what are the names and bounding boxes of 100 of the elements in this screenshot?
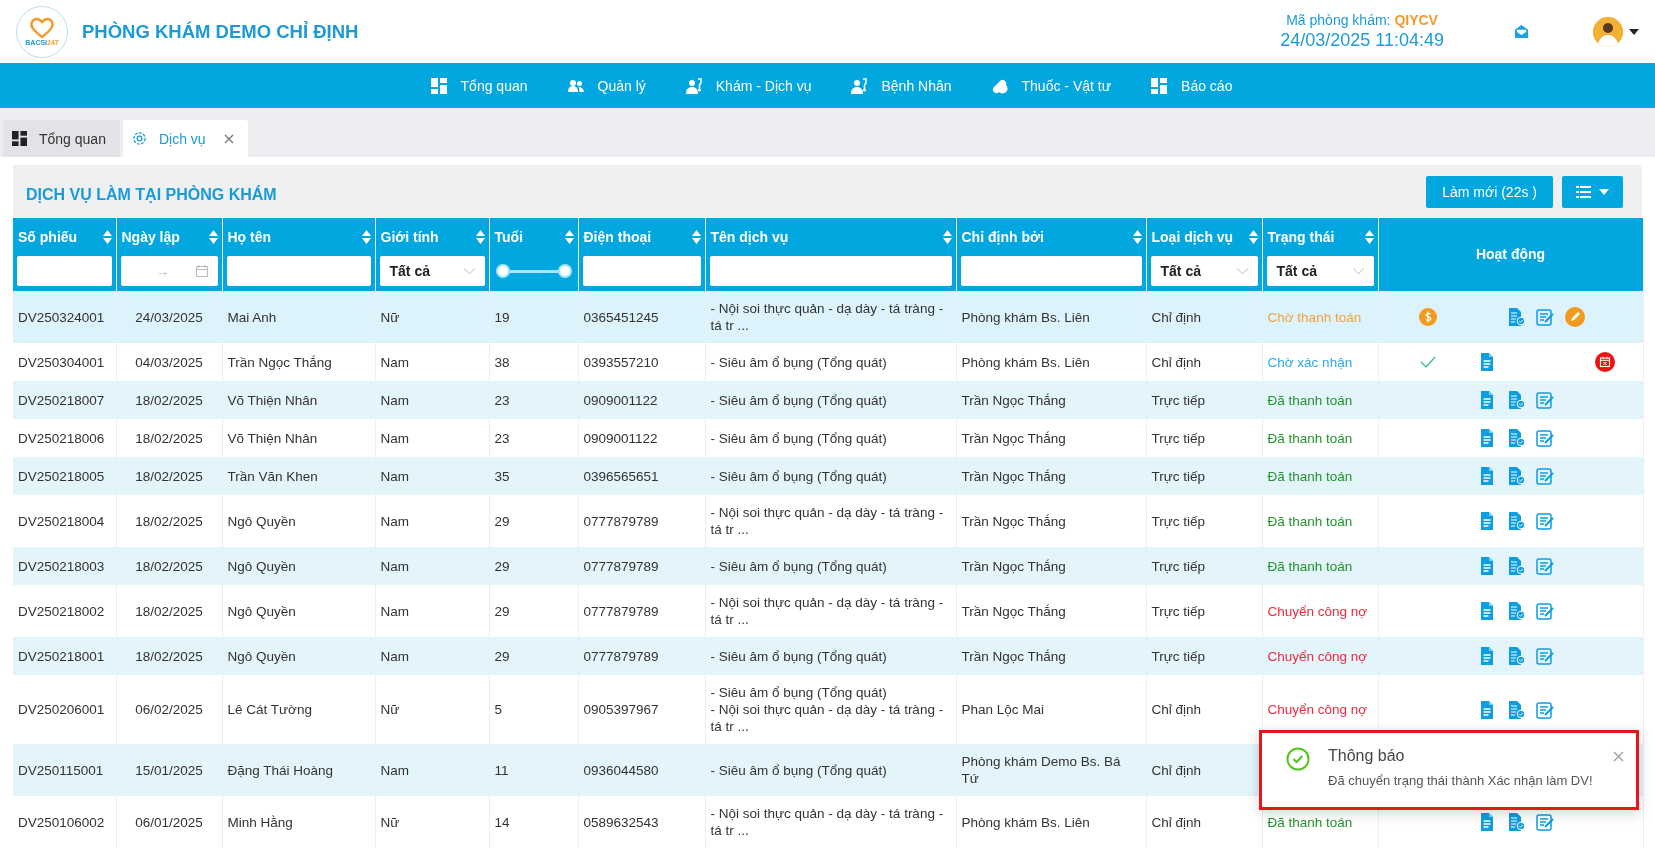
table-cell: Nam <box>380 558 409 574</box>
table-cell: 0777879789 <box>583 513 659 529</box>
sort-icon[interactable] <box>475 229 485 244</box>
table-cell: Nữ <box>380 309 400 325</box>
note-edit-icon[interactable] <box>1534 699 1555 720</box>
table-cell: 14 <box>494 814 510 830</box>
table-cell: DV250218007 <box>18 392 105 408</box>
table-cell: Võ Thiện Nhân <box>227 392 318 408</box>
table-cell: Trần Ngọc Thắng <box>227 354 332 370</box>
dashboard-icon <box>1151 77 1168 94</box>
column-header[interactable]: Tên dịch vụ <box>710 228 789 245</box>
table-cell: 19 <box>494 309 510 325</box>
calendar-cancel-icon[interactable] <box>1594 352 1615 372</box>
note-edit-icon[interactable] <box>1534 428 1555 448</box>
column-header[interactable]: Số phiếu <box>18 228 78 245</box>
filter-dropdown[interactable]: Tất cả <box>1266 256 1374 286</box>
column-header[interactable]: Giới tính <box>380 228 439 245</box>
pencil-icon[interactable] <box>1564 307 1585 327</box>
sort-icon[interactable] <box>564 229 574 244</box>
service-text: - Siêu âm ổ bụng (Tổng quát) <box>710 429 888 447</box>
filter-field[interactable] <box>582 256 701 286</box>
nav-item[interactable]: Thuốc - Vật tư <box>971 63 1132 108</box>
service-text: - Siêu âm ổ bụng (Tổng quát) <box>710 684 888 701</box>
table-cell: 06/02/2025 <box>135 702 203 717</box>
table-cell: Trần Ngọc Thắng <box>961 558 1066 574</box>
mail-open-icon[interactable] <box>1514 24 1529 39</box>
sort-icon[interactable] <box>102 229 112 244</box>
status-text: Chuyển công nợ <box>1267 603 1368 619</box>
filter-field[interactable] <box>226 256 371 286</box>
close-icon[interactable] <box>1613 751 1624 762</box>
sort-icon[interactable] <box>1132 229 1142 244</box>
column-header[interactable]: Chỉ định bởi <box>961 228 1044 245</box>
refresh-button[interactable]: Làm mới (22s ) <box>1426 175 1553 208</box>
column-header[interactable]: Loại dịch vụ <box>1151 228 1234 245</box>
note-edit-icon[interactable] <box>1534 646 1555 666</box>
sort-icon[interactable] <box>361 229 371 244</box>
close-icon[interactable] <box>223 133 234 144</box>
table-cell: Phòng khám Demo Bs. Bá Tứ <box>961 754 1121 786</box>
table-cell: 18/02/2025 <box>135 603 203 619</box>
filter-field[interactable] <box>709 256 952 286</box>
note-edit-icon[interactable] <box>1534 556 1555 576</box>
table-cell: Phòng khám Bs. Liên <box>961 309 1090 325</box>
sort-icon[interactable] <box>942 229 952 244</box>
column-header[interactable]: Trạng thái <box>1267 228 1335 245</box>
nav-item[interactable]: Tổng quan <box>410 63 548 108</box>
coin-icon[interactable] <box>1417 307 1438 327</box>
sort-icon[interactable] <box>1248 229 1258 244</box>
tab[interactable]: Tổng quan <box>3 120 120 157</box>
column-header[interactable]: Ngày lập <box>121 228 180 245</box>
tab[interactable]: Dịch vụ <box>122 120 248 157</box>
note-edit-icon[interactable] <box>1534 307 1555 327</box>
service-text: - Nội soi thực quản - dạ dày - tá tràng - tá tr ... <box>710 805 945 839</box>
table-cell: Ngô Quyền <box>227 648 296 664</box>
filter-dropdown[interactable]: Tất cả <box>379 256 485 286</box>
nav-item[interactable]: Quản lý <box>547 63 666 108</box>
status-text: Đã thanh toán <box>1267 513 1353 529</box>
table-cell: Trực tiếp <box>1151 648 1206 664</box>
note-edit-icon[interactable] <box>1534 812 1555 832</box>
avatar[interactable] <box>1593 16 1623 47</box>
table-cell: DV250218001 <box>18 648 105 664</box>
nav-item[interactable]: Báo cáo <box>1131 63 1253 108</box>
column-header[interactable]: Tuổi <box>494 228 523 245</box>
table-cell: DV250324001 <box>18 309 105 325</box>
sort-icon[interactable] <box>691 229 701 244</box>
status-text: Đã thanh toán <box>1267 468 1353 484</box>
table-cell: Võ Thiện Nhân <box>227 430 318 446</box>
note-edit-icon[interactable] <box>1534 466 1555 486</box>
note-edit-icon[interactable] <box>1534 390 1555 410</box>
column-header[interactable]: Điện thoại <box>583 228 652 245</box>
column-header[interactable]: Họ tên <box>227 228 272 245</box>
note-edit-icon[interactable] <box>1534 511 1555 531</box>
table-cell: Trần Ngọc Thắng <box>961 468 1066 484</box>
table-cell: Ngô Quyền <box>227 558 296 574</box>
sort-icon[interactable] <box>1364 229 1374 244</box>
sort-icon[interactable] <box>208 229 218 244</box>
table-cell: 0777879789 <box>583 558 659 574</box>
filter-dropdown[interactable]: Tất cả <box>1150 256 1258 286</box>
table-cell: Phòng khám Bs. Liên <box>961 354 1090 370</box>
table-cell: Nam <box>380 762 409 778</box>
table-cell: 18/02/2025 <box>135 513 203 529</box>
filter-field[interactable] <box>17 256 112 286</box>
table-cell: 0589632543 <box>583 814 659 830</box>
table-cell: 29 <box>494 558 510 574</box>
table-cell: 24/03/2025 <box>135 309 203 325</box>
table-cell: 15/01/2025 <box>135 762 203 778</box>
filter-field[interactable] <box>960 256 1142 286</box>
caret-icon[interactable] <box>1629 28 1639 35</box>
nav-item[interactable]: Khám - Dịch vụ <box>665 63 832 108</box>
table-cell: Nam <box>380 392 409 408</box>
note-edit-icon[interactable] <box>1534 601 1555 621</box>
table-cell: 0936044580 <box>583 762 659 778</box>
column-header: Hoạt động <box>1475 246 1546 262</box>
table-cell: Minh Hằng <box>227 814 293 830</box>
view-options-button[interactable] <box>1562 175 1623 208</box>
service-text: - Siêu âm ổ bụng (Tổng quát) <box>710 557 888 575</box>
table-cell: Trần Văn Khen <box>227 468 318 484</box>
date-range-field[interactable]: → <box>120 256 218 286</box>
nav-item[interactable]: Bệnh Nhân <box>831 63 972 108</box>
chevron-down-icon <box>463 267 475 275</box>
table-cell: Trực tiếp <box>1151 392 1206 408</box>
